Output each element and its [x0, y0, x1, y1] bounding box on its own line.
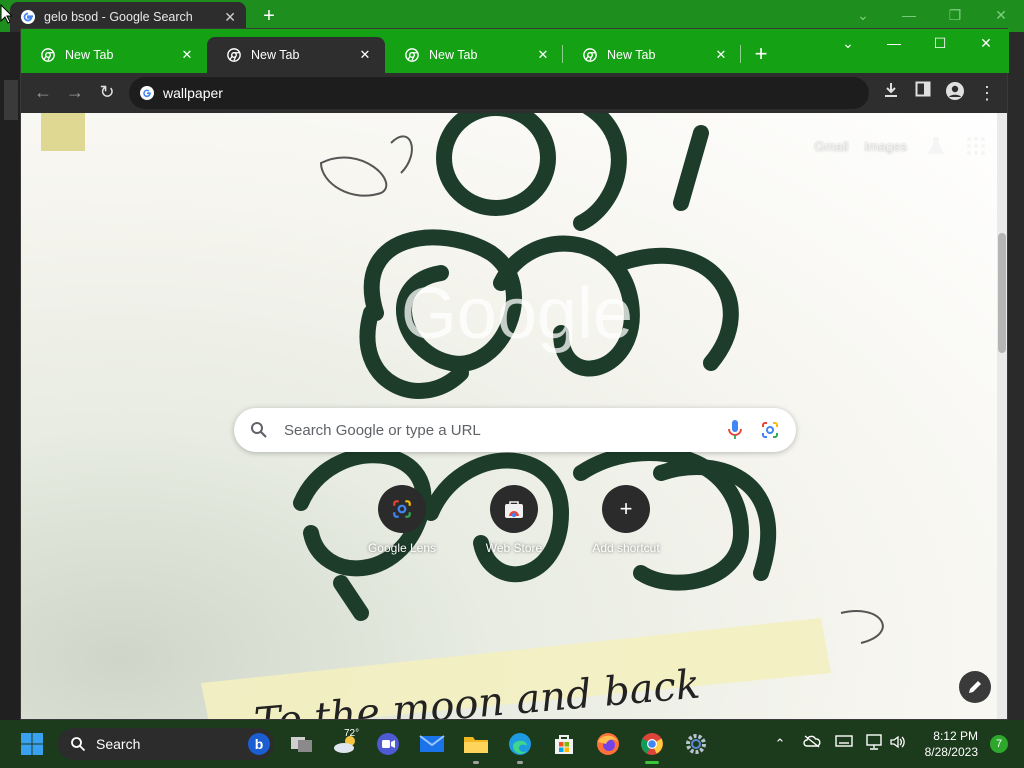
close-icon[interactable]: ✕	[713, 47, 729, 63]
browser-toolbar: ← → ↻ wallpaper ⋮	[21, 73, 1007, 113]
shortcut-label: Web Store	[485, 541, 543, 555]
background-window-edge	[0, 32, 20, 720]
shortcut-label: Google Lens	[367, 541, 437, 555]
shortcut-google-lens[interactable]: Google Lens	[346, 485, 458, 555]
taskbar-search-label: Search	[96, 736, 141, 752]
tab-new-tab-2[interactable]: New Tab ✕	[207, 37, 385, 73]
taskbar-search[interactable]: Search b	[58, 728, 274, 760]
clock-date: 8/28/2023	[924, 745, 978, 759]
tab-new-tab-4[interactable]: New Tab ✕	[563, 37, 741, 73]
edge-icon[interactable]	[504, 728, 536, 764]
ntp-header-links: Gmail Images	[798, 135, 987, 157]
onedrive-icon[interactable]	[802, 734, 822, 754]
address-bar-text: wallpaper	[163, 85, 223, 101]
close-icon[interactable]: ✕	[963, 29, 1009, 59]
file-explorer-icon[interactable]	[460, 728, 492, 764]
windows-start-icon[interactable]	[20, 732, 44, 756]
taskbar-clock[interactable]: 8:12 PM 8/28/2023	[925, 728, 978, 760]
pencil-icon	[969, 681, 981, 693]
firefox-icon[interactable]	[592, 728, 624, 760]
settings-icon[interactable]	[680, 728, 712, 760]
keyboard-icon[interactable]	[834, 734, 854, 754]
background-tab-title: gelo bsod - Google Search	[44, 10, 193, 24]
new-tab-button[interactable]: +	[749, 43, 773, 67]
volume-icon[interactable]	[888, 734, 908, 754]
google-logo: Google	[400, 274, 634, 354]
maximize-icon[interactable]: ☐	[917, 29, 963, 59]
weather-temperature: 72°	[344, 728, 360, 739]
more-menu-icon[interactable]: ⋮	[975, 81, 999, 105]
download-icon[interactable]	[879, 81, 903, 105]
bing-icon[interactable]: b	[248, 733, 270, 755]
side-panel-icon[interactable]	[911, 81, 935, 105]
close-icon[interactable]: ✕	[357, 47, 373, 63]
chrome-icon	[405, 48, 419, 62]
microphone-icon[interactable]	[726, 419, 744, 441]
google-lens-icon	[378, 485, 426, 533]
back-arrow-icon[interactable]: ←	[31, 81, 55, 105]
close-icon[interactable]: ✕	[179, 47, 195, 63]
new-tab-page: To the moon and back Gmail Images Google…	[21, 113, 1007, 719]
window-controls: ⌄ — ☐ ✕	[825, 29, 1009, 59]
background-panel	[4, 80, 18, 120]
labs-flask-icon[interactable]	[925, 135, 947, 157]
page-scrollbar[interactable]	[997, 113, 1007, 719]
microsoft-store-icon[interactable]	[548, 728, 580, 760]
google-apps-icon[interactable]	[965, 135, 987, 157]
new-tab-button[interactable]: +	[258, 6, 280, 28]
scrollbar-thumb[interactable]	[998, 233, 1006, 353]
zoom-icon[interactable]	[372, 728, 404, 760]
chrome-window: New Tab ✕ New Tab ✕ New Tab ✕ New Tab ✕ …	[20, 28, 1009, 720]
tab-label: New Tab	[429, 48, 478, 62]
profile-icon[interactable]	[943, 81, 967, 105]
search-icon	[71, 737, 86, 752]
plus-icon: +	[602, 485, 650, 533]
close-icon[interactable]: ✕	[535, 47, 551, 63]
mail-icon[interactable]	[416, 728, 448, 760]
reload-icon[interactable]: ↻	[95, 81, 119, 105]
notification-badge[interactable]: 7	[990, 735, 1008, 753]
tab-label: New Tab	[65, 48, 114, 62]
tabstrip: New Tab ✕ New Tab ✕ New Tab ✕ New Tab ✕ …	[21, 29, 1009, 73]
customize-chrome-button[interactable]	[959, 671, 991, 703]
close-icon[interactable]: ✕	[224, 9, 236, 26]
gmail-link[interactable]: Gmail	[814, 139, 848, 154]
running-indicator	[473, 761, 479, 764]
shortcut-web-store[interactable]: Web Store	[458, 485, 570, 555]
ntp-search-box[interactable]: Search Google or type a URL	[234, 408, 796, 452]
active-indicator	[645, 761, 659, 764]
shortcut-add[interactable]: + Add shortcut	[570, 485, 682, 555]
mouse-cursor-icon	[0, 4, 12, 24]
network-icon[interactable]	[864, 734, 884, 754]
chevron-up-icon[interactable]: ⌃	[770, 734, 790, 754]
chrome-icon	[41, 48, 55, 62]
address-bar[interactable]: wallpaper	[129, 77, 869, 109]
chrome-taskbar-icon[interactable]	[636, 728, 668, 764]
task-view-icon[interactable]	[286, 728, 318, 760]
windows-taskbar: Search b 72° ⌃ 8:12 PM 8/28/2023 7	[0, 720, 1024, 768]
clock-time: 8:12 PM	[933, 729, 978, 743]
images-link[interactable]: Images	[864, 139, 907, 154]
tab-separator	[740, 45, 741, 63]
forward-arrow-icon[interactable]: →	[63, 81, 87, 105]
minimize-icon[interactable]: —	[871, 29, 917, 59]
search-placeholder: Search Google or type a URL	[284, 421, 481, 439]
running-indicator	[517, 761, 523, 764]
tab-new-tab-1[interactable]: New Tab ✕	[21, 37, 207, 73]
web-store-icon	[490, 485, 538, 533]
search-icon	[251, 422, 267, 438]
google-lens-icon[interactable]	[760, 420, 780, 440]
google-favicon-icon	[21, 10, 35, 24]
tab-label: New Tab	[607, 48, 656, 62]
chrome-icon	[583, 48, 597, 62]
shortcut-label: Add shortcut	[592, 541, 660, 555]
tab-label: New Tab	[251, 48, 300, 62]
chevron-down-icon[interactable]: ⌄	[825, 29, 871, 59]
system-tray: ⌃ 8:12 PM 8/28/2023 7	[764, 720, 1024, 768]
tab-new-tab-3[interactable]: New Tab ✕	[385, 37, 563, 73]
chrome-icon	[227, 48, 241, 62]
google-icon	[140, 86, 154, 100]
